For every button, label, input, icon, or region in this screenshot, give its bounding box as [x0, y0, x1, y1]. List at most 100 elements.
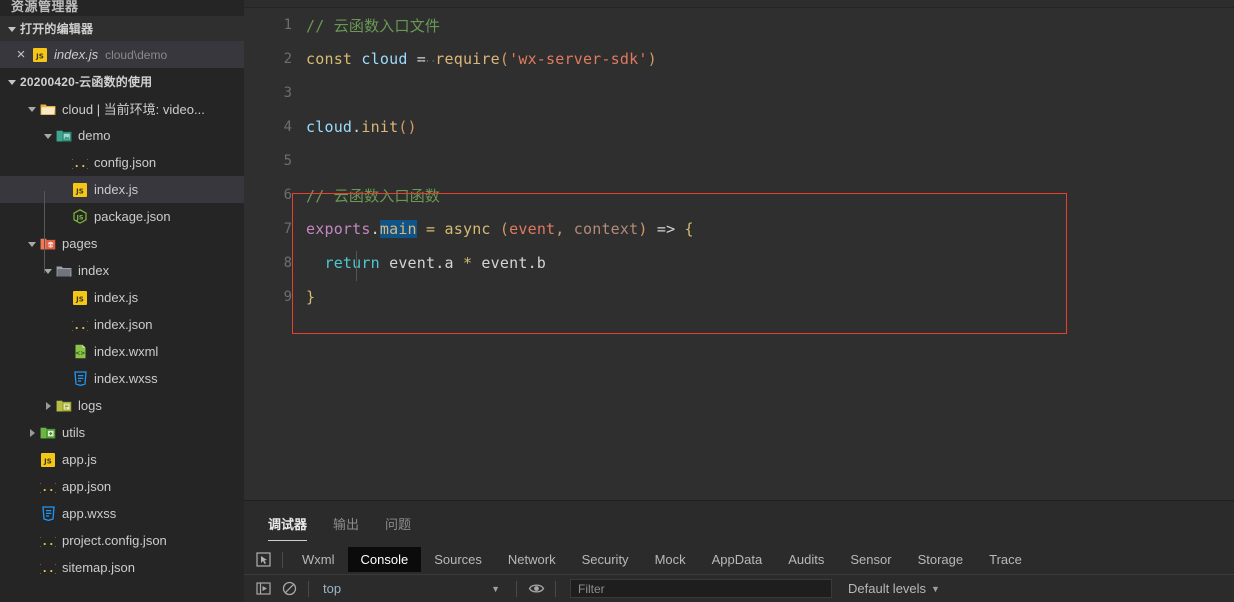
editor-tab-strip[interactable] — [244, 0, 1234, 8]
open-editor-item-index-js[interactable]: × JS index.js cloud\demo — [0, 41, 244, 68]
open-editors-section-header[interactable]: 打开的编辑器 — [0, 16, 244, 41]
tree-item-label: index.wxml — [94, 344, 159, 359]
panel-tab-bar: 调试器 输出 问题 — [244, 501, 1234, 545]
tree-item-label: index.wxss — [94, 371, 158, 386]
line-number: 6 — [283, 187, 292, 203]
code-line[interactable]: 2 const cloud = require('wx-server-sdk') — [244, 42, 1234, 76]
execute-icon[interactable] — [250, 578, 276, 600]
tree-item-utils[interactable]: utils — [0, 419, 244, 446]
twisty-placeholder — [56, 317, 72, 333]
tree-item-index[interactable]: index — [0, 257, 244, 284]
code-line-text[interactable]: exports.main = async (event, context) =>… — [306, 220, 694, 238]
chevron-down-icon[interactable]: ▼ — [931, 584, 940, 594]
devtools-tab-network[interactable]: Network — [495, 547, 569, 572]
toolbar-divider — [516, 580, 517, 597]
tree-item-index-wxml[interactable]: <> index.wxml — [0, 338, 244, 365]
code-line[interactable]: 5 — [244, 144, 1234, 178]
tree-item-label: project.config.json — [62, 533, 167, 548]
tree-item-cloud-video-[interactable]: cloud | 当前环境: video... — [0, 95, 244, 122]
code-line[interactable]: 6 // 云函数入口函数 — [244, 178, 1234, 212]
panel-tab-0[interactable]: 调试器 — [268, 514, 308, 541]
code-line[interactable]: 1 // 云函数入口文件 — [244, 8, 1234, 42]
editor-squiggle-marker: ··· — [420, 55, 437, 67]
chevron-down-icon[interactable] — [40, 128, 56, 144]
code-line-text[interactable]: cloud.init() — [306, 118, 417, 136]
code-content[interactable]: 1 // 云函数入口文件 2 const cloud = require('wx-se… — [244, 8, 1234, 314]
tree-item-sitemap-json[interactable]: {..} sitemap.json — [0, 554, 244, 581]
tree-item-label: cloud | 当前环境: video... — [62, 102, 205, 117]
console-context-select[interactable]: top ▼ — [315, 581, 510, 596]
code-line[interactable]: 3 — [244, 76, 1234, 110]
code-line[interactable]: 4 cloud.init() — [244, 110, 1234, 144]
json-file-icon: {..} — [40, 533, 56, 549]
tree-item-index-wxss[interactable]: index.wxss — [0, 365, 244, 392]
line-number: 5 — [283, 153, 292, 169]
indent-guide — [356, 251, 357, 281]
close-icon[interactable]: × — [12, 46, 30, 64]
devtools-tab-wxml[interactable]: Wxml — [289, 547, 348, 572]
tree-item-package-json[interactable]: JS package.json — [0, 203, 244, 230]
tree-item-app-wxss[interactable]: app.wxss — [0, 500, 244, 527]
project-root-label: 20200420-云函数的使用 — [20, 75, 153, 89]
devtools-tab-audits[interactable]: Audits — [775, 547, 837, 572]
tree-item-index-js[interactable]: JS index.js — [0, 284, 244, 311]
open-editor-filename: index.js — [54, 47, 99, 62]
devtools-tab-sensor[interactable]: Sensor — [837, 547, 904, 572]
tree-item-project-config-json[interactable]: {..} project.config.json — [0, 527, 244, 554]
panel-tab-1[interactable]: 输出 — [333, 514, 359, 541]
devtools-tab-console[interactable]: Console — [347, 547, 422, 572]
chevron-down-icon[interactable] — [4, 21, 20, 37]
clear-console-icon[interactable] — [276, 578, 302, 600]
chevron-down-icon[interactable] — [40, 263, 56, 279]
svg-text:JS: JS — [35, 52, 44, 60]
chevron-down-icon[interactable] — [4, 74, 20, 90]
folder-demo-icon — [56, 128, 72, 144]
panel-tab-2[interactable]: 问题 — [385, 514, 411, 541]
twisty-placeholder — [56, 182, 72, 198]
tree-item-demo[interactable]: demo — [0, 122, 244, 149]
devtools-tab-mock[interactable]: Mock — [642, 547, 699, 572]
live-expression-eye-icon[interactable] — [523, 578, 549, 600]
editor-area: 1 // 云函数入口文件 2 const cloud = require('wx-se… — [244, 0, 1234, 602]
devtools-tab-sources[interactable]: Sources — [421, 547, 495, 572]
tree-item-logs[interactable]: logs — [0, 392, 244, 419]
chevron-down-icon[interactable] — [24, 101, 40, 117]
project-root-header[interactable]: 20200420-云函数的使用 — [0, 68, 244, 95]
code-line[interactable]: 7 exports.main = async (event, context) =… — [244, 212, 1234, 246]
code-editor[interactable]: 1 // 云函数入口文件 2 const cloud = require('wx-se… — [244, 8, 1234, 500]
tree-item-label: app.json — [62, 479, 112, 494]
chevron-down-icon[interactable] — [24, 236, 40, 252]
tree-item-app-js[interactable]: JS app.js — [0, 446, 244, 473]
code-line-text[interactable]: return event.a * event.b — [306, 254, 546, 272]
devtools-tab-trace[interactable]: Trace — [976, 547, 1035, 572]
tree-item-index-js[interactable]: JS index.js — [0, 176, 244, 203]
tree-item-label: pages — [62, 236, 98, 251]
console-levels-select[interactable]: Default levels ▼ — [848, 581, 940, 596]
devtools-tab-security[interactable]: Security — [569, 547, 642, 572]
devtools-tab-appdata[interactable]: AppData — [699, 547, 776, 572]
chevron-right-icon[interactable] — [24, 425, 40, 441]
toolbar-divider — [555, 580, 556, 597]
svg-text:<>: <> — [75, 350, 85, 357]
tree-item-pages[interactable]: <> pages — [0, 230, 244, 257]
code-line[interactable]: 9} — [244, 280, 1234, 314]
code-line-text[interactable]: } — [306, 288, 315, 306]
line-number: 4 — [283, 119, 292, 135]
tree-item-app-json[interactable]: {..} app.json — [0, 473, 244, 500]
twisty-placeholder — [24, 506, 40, 522]
devtools-tab-storage[interactable]: Storage — [905, 547, 977, 572]
tree-item-label: index — [78, 263, 110, 278]
inspect-element-icon[interactable] — [250, 547, 276, 573]
code-line-text[interactable]: const cloud = require('wx-server-sdk') — [306, 50, 657, 68]
console-filter-input[interactable]: Filter — [570, 579, 832, 598]
toolbar-divider — [282, 551, 283, 568]
chevron-down-icon[interactable]: ▼ — [491, 584, 500, 594]
code-line-text[interactable]: // 云函数入口函数 — [306, 185, 440, 206]
chevron-right-icon[interactable] — [40, 398, 56, 414]
tree-item-index-json[interactable]: {..} index.json — [0, 311, 244, 338]
json-file-icon: {..} — [72, 155, 88, 171]
code-line[interactable]: 8 return event.a * event.b — [244, 246, 1234, 280]
code-line-text[interactable]: // 云函数入口文件 — [306, 15, 440, 36]
json-file-icon: {..} — [72, 317, 88, 333]
tree-item-config-json[interactable]: {..} config.json — [0, 149, 244, 176]
